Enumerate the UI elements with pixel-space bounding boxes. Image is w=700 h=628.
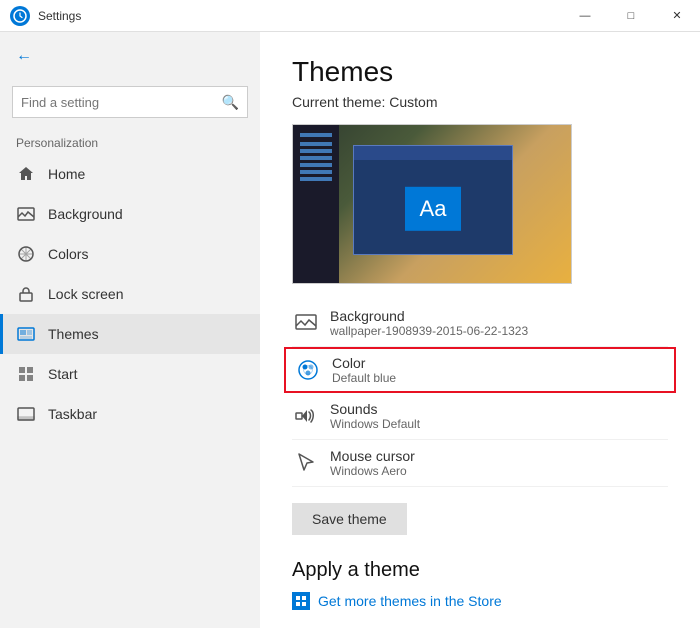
sidebar-item-lock-screen-label: Lock screen: [48, 286, 123, 302]
page-title: Themes: [292, 56, 668, 88]
store-link-label: Get more themes in the Store: [318, 593, 502, 609]
store-link[interactable]: Get more themes in the Store: [292, 592, 668, 610]
home-icon: [16, 166, 36, 182]
sidebar-item-colors[interactable]: Colors: [0, 234, 260, 274]
background-detail-title: Background: [330, 308, 528, 324]
mouse-cursor-detail-title: Mouse cursor: [330, 448, 415, 464]
sidebar-section-personalization: Personalization: [0, 128, 260, 154]
minimize-button[interactable]: —: [562, 0, 608, 32]
preview-aa-label: Aa: [405, 187, 461, 231]
sidebar-item-taskbar-label: Taskbar: [48, 406, 97, 422]
sounds-detail-title: Sounds: [330, 401, 420, 417]
sidebar: ← 🔍 Personalization Home Back: [0, 32, 260, 628]
theme-detail-mouse-cursor[interactable]: Mouse cursor Windows Aero: [292, 440, 668, 487]
close-button[interactable]: ✕: [654, 0, 700, 32]
lock-screen-icon: [16, 286, 36, 302]
window-controls: — □ ✕: [562, 0, 700, 32]
window-title: Settings: [38, 9, 562, 23]
taskbar-icon: [16, 407, 36, 421]
mouse-cursor-detail-subtitle: Windows Aero: [330, 464, 415, 478]
sidebar-item-themes-label: Themes: [48, 326, 99, 342]
color-detail-icon: [294, 356, 322, 384]
back-button[interactable]: ←: [0, 32, 260, 80]
search-icon: 🔍: [222, 94, 239, 111]
apply-theme-title: Apply a theme: [292, 559, 668, 582]
main-content: Themes Current theme: Custom Aa: [260, 32, 700, 628]
sidebar-item-start[interactable]: Start: [0, 354, 260, 394]
themes-icon: [16, 327, 36, 341]
sounds-detail-subtitle: Windows Default: [330, 417, 420, 431]
app-icon: [10, 6, 30, 26]
color-detail-subtitle: Default blue: [332, 371, 396, 385]
back-arrow-icon: ←: [16, 47, 32, 65]
maximize-button[interactable]: □: [608, 0, 654, 32]
colors-icon: [16, 246, 36, 262]
preview-taskbar: [293, 125, 339, 283]
sidebar-item-lock-screen[interactable]: Lock screen: [0, 274, 260, 314]
background-detail-icon: [292, 309, 320, 337]
search-input[interactable]: [21, 95, 222, 110]
sidebar-item-home[interactable]: Home: [0, 154, 260, 194]
sidebar-item-taskbar[interactable]: Taskbar: [0, 394, 260, 434]
sounds-detail-icon: [292, 402, 320, 430]
start-icon: [16, 366, 36, 382]
titlebar: Settings — □ ✕: [0, 0, 700, 32]
store-icon: [292, 592, 310, 610]
search-box[interactable]: 🔍: [12, 86, 248, 118]
sidebar-item-background-label: Background: [48, 206, 123, 222]
sidebar-item-colors-label: Colors: [48, 246, 88, 262]
sidebar-item-home-label: Home: [48, 166, 85, 182]
theme-preview: Aa: [292, 124, 572, 284]
current-theme-label: Current theme: Custom: [292, 94, 668, 110]
theme-detail-sounds[interactable]: Sounds Windows Default: [292, 393, 668, 440]
theme-detail-color[interactable]: Color Default blue: [284, 347, 676, 393]
preview-window: Aa: [353, 145, 513, 255]
mouse-cursor-detail-icon: [292, 449, 320, 477]
save-theme-button[interactable]: Save theme: [292, 503, 407, 535]
sidebar-item-themes[interactable]: Themes: [0, 314, 260, 354]
sidebar-item-background[interactable]: Background: [0, 194, 260, 234]
color-detail-title: Color: [332, 355, 396, 371]
sidebar-item-start-label: Start: [48, 366, 78, 382]
background-icon: [16, 207, 36, 221]
theme-details: Background wallpaper-1908939-2015-06-22-…: [292, 300, 668, 487]
theme-detail-background[interactable]: Background wallpaper-1908939-2015-06-22-…: [292, 300, 668, 347]
background-detail-subtitle: wallpaper-1908939-2015-06-22-1323: [330, 324, 528, 338]
